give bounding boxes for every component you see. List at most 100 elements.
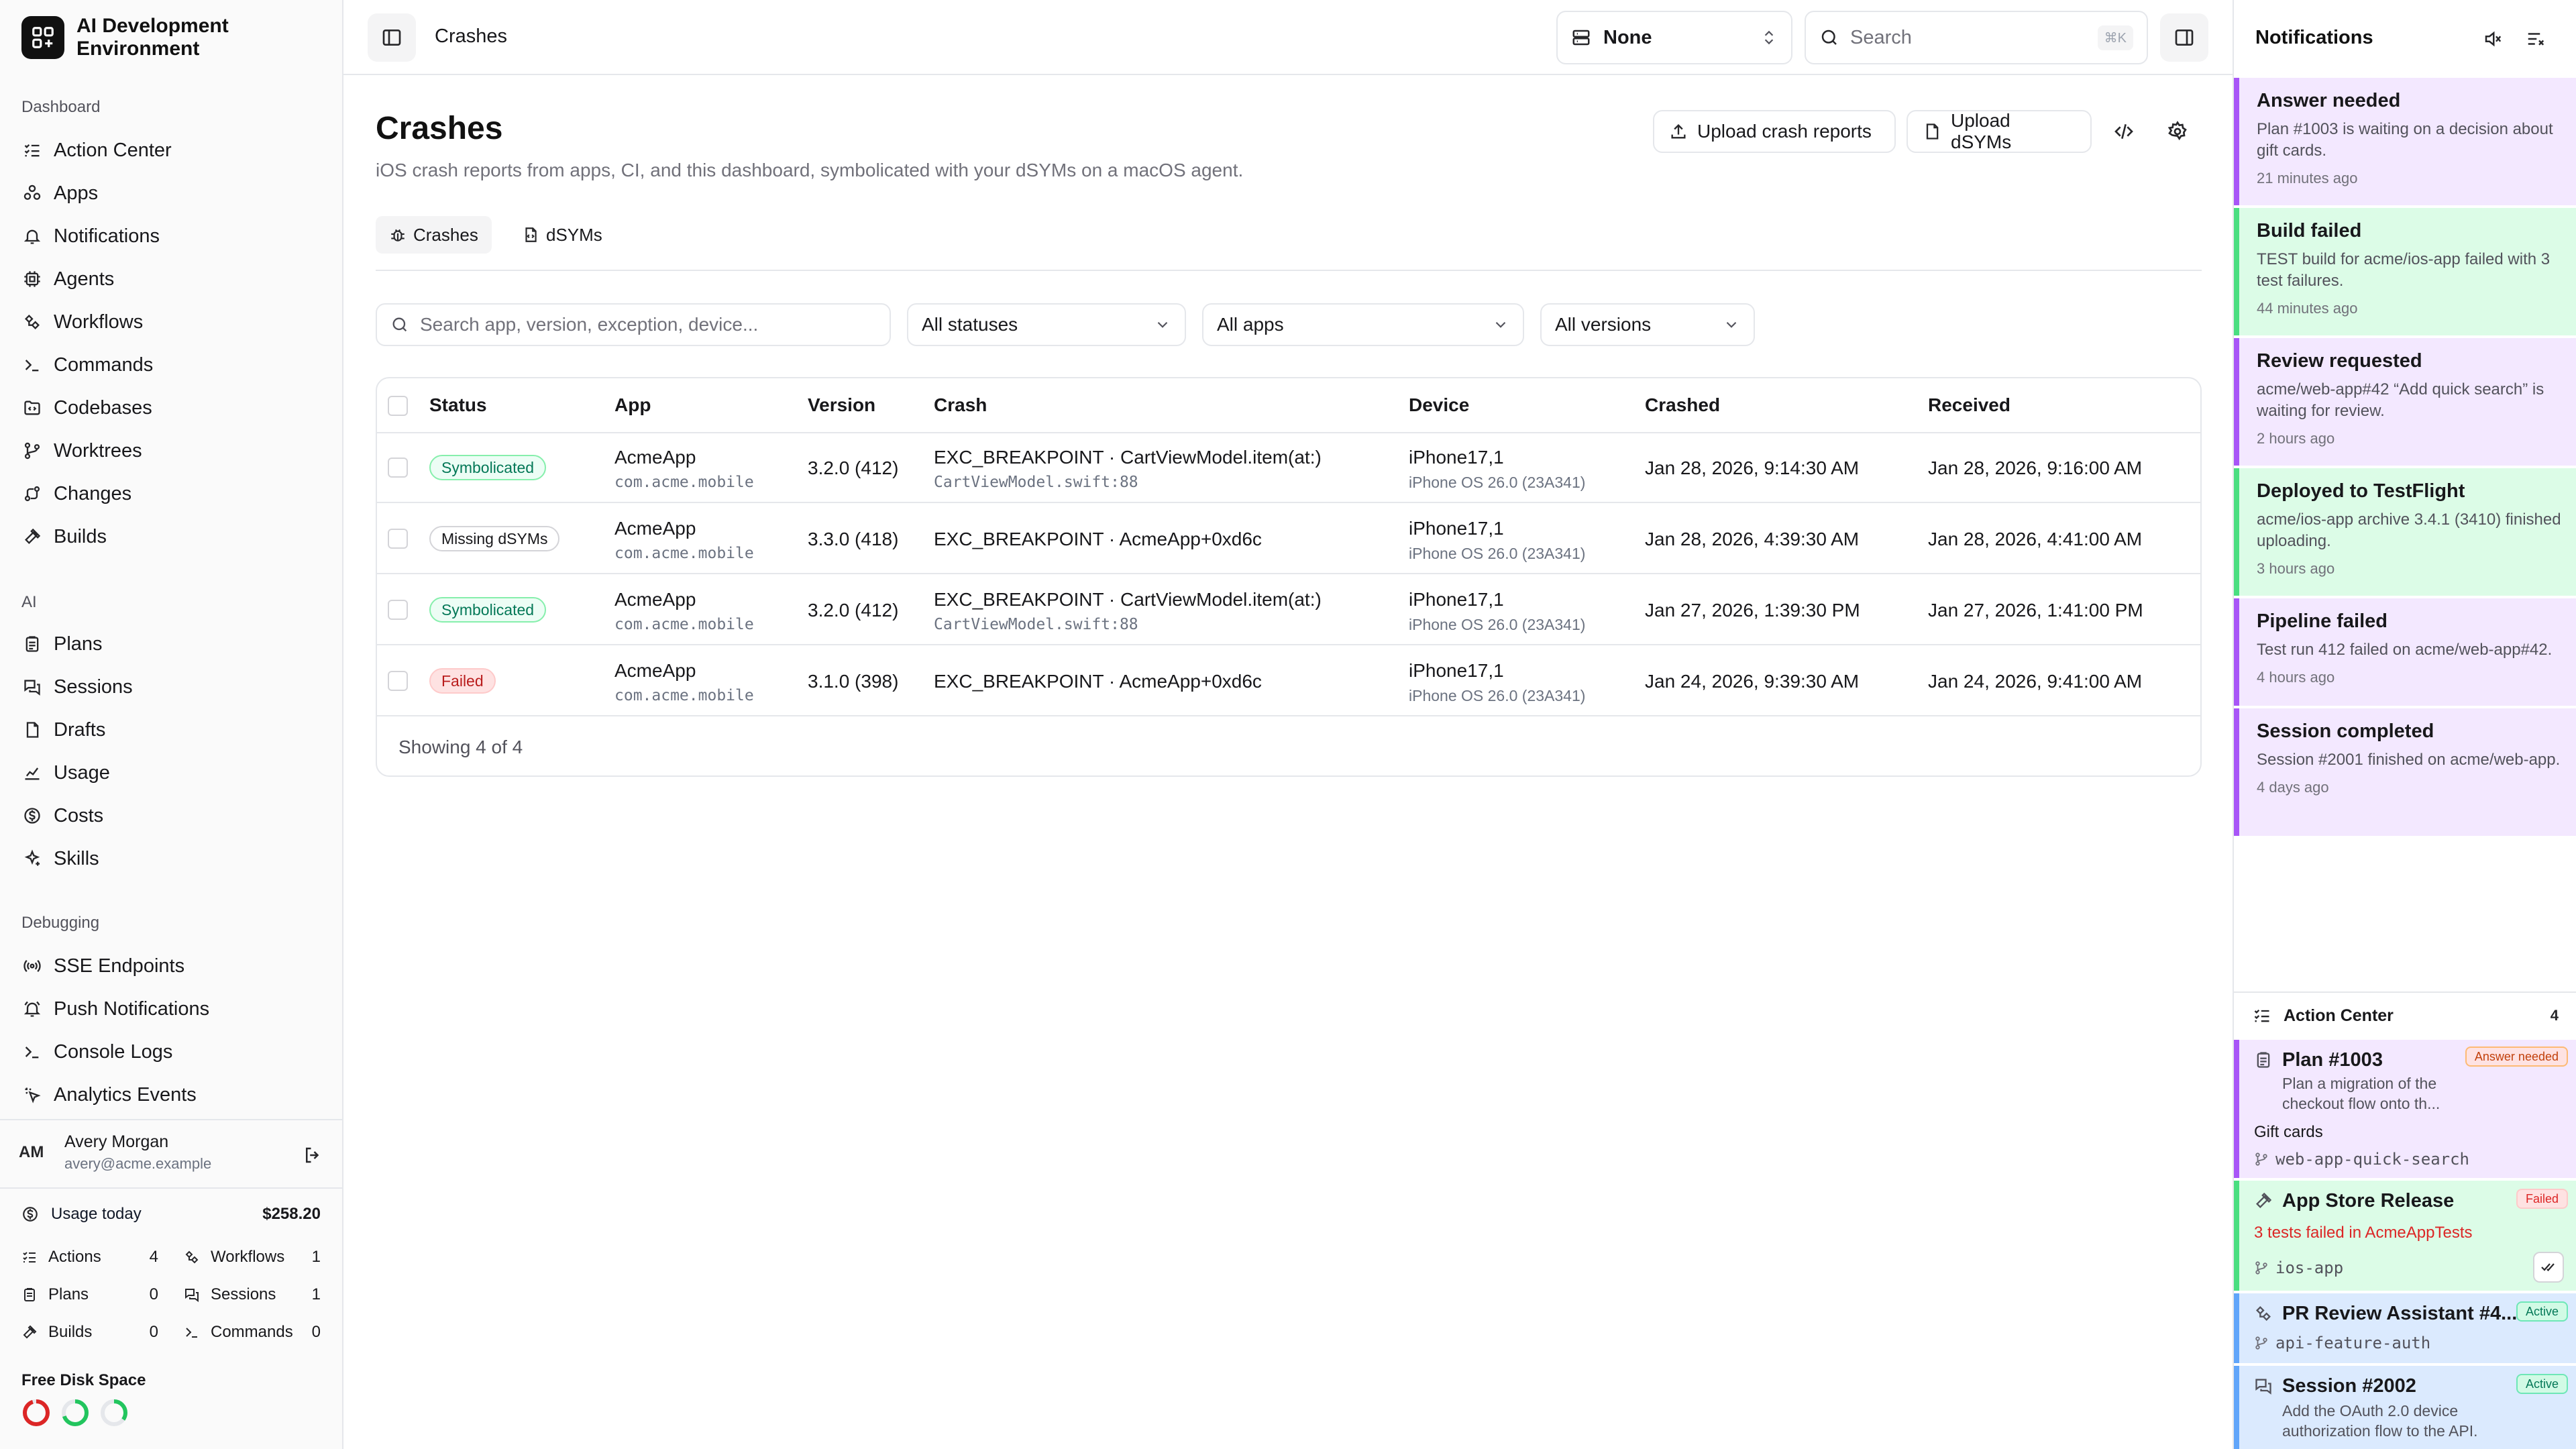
notification-time: 4 days ago <box>2257 779 2329 796</box>
sidebar-item-sse-endpoints[interactable]: SSE Endpoints <box>21 949 184 983</box>
clipboard-icon <box>2254 1051 2273 1069</box>
stat-actions[interactable]: Actions 4 <box>21 1244 158 1271</box>
status-badge: Active <box>2516 1374 2568 1394</box>
sidebar-item-agents[interactable]: Agents <box>21 262 114 297</box>
stat-builds[interactable]: Builds 0 <box>21 1319 158 1346</box>
upload-crash-reports-button[interactable]: Upload crash reports <box>1653 110 1896 153</box>
right-panel-toggle-button[interactable] <box>2160 13 2208 62</box>
action-card-plan[interactable]: Plan #1003 Answer needed Plan a migratio… <box>2234 1040 2576 1178</box>
global-search[interactable]: Search ⌘K <box>1805 11 2148 64</box>
sidebar-item-analytics-events[interactable]: Analytics Events <box>21 1077 197 1112</box>
sidebar-item-builds[interactable]: Builds <box>21 519 107 554</box>
notification-item[interactable]: Session completed Session #2001 finished… <box>2234 708 2576 836</box>
sidebar-item-action-center[interactable]: Action Center <box>21 133 172 168</box>
sidebar-item-drafts[interactable]: Drafts <box>21 712 105 747</box>
notification-item[interactable]: Answer needed Plan #1003 is waiting on a… <box>2234 78 2576 205</box>
column-header-crash[interactable]: Crash <box>934 394 987 416</box>
upload-dsyms-button[interactable]: Upload dSYMs <box>1907 110 2092 153</box>
search-shortcut: ⌘K <box>2097 25 2133 50</box>
sidebar-item-commands[interactable]: Commands <box>21 347 153 382</box>
nav-section-debugging: Debugging <box>21 914 100 932</box>
action-card-session[interactable]: Session #2002 Active Add the OAuth 2.0 d… <box>2234 1366 2576 1449</box>
device-os: iPhone OS 26.0 (23A341) <box>1409 616 1586 633</box>
sidebar-item-worktrees[interactable]: Worktrees <box>21 433 142 468</box>
row-checkbox[interactable] <box>388 600 408 620</box>
usage-today[interactable]: Usage today $258.20 <box>21 1201 321 1228</box>
sidebar-item-label: Notifications <box>54 225 160 247</box>
notification-item[interactable]: Deployed to TestFlight acme/ios-app arch… <box>2234 468 2576 596</box>
notification-item[interactable]: Pipeline failed Test run 412 failed on a… <box>2234 598 2576 706</box>
version-filter-select[interactable]: All versions <box>1540 303 1755 346</box>
sidebar-item-label: Codebases <box>54 396 152 419</box>
column-header-status[interactable]: Status <box>429 394 487 416</box>
row-divider <box>377 573 2200 574</box>
status-badge: Missing dSYMs <box>429 526 560 551</box>
status-badge: Active <box>2516 1301 2568 1322</box>
row-checkbox[interactable] <box>388 458 408 478</box>
check-check-icon <box>2540 1259 2557 1275</box>
column-header-crashed[interactable]: Crashed <box>1645 394 1720 416</box>
select-all-checkbox[interactable] <box>388 396 408 416</box>
action-center-header[interactable]: Action Center 4 <box>2234 991 2576 1038</box>
tab-dsyms[interactable]: dSYMs <box>508 216 616 254</box>
logout-button[interactable] <box>299 1142 326 1169</box>
git-branch-icon <box>2254 1260 2269 1275</box>
column-header-received[interactable]: Received <box>1928 394 2010 416</box>
column-header-device[interactable]: Device <box>1409 394 1469 416</box>
app-filter-select[interactable]: All apps <box>1202 303 1524 346</box>
sidebar-toggle-button[interactable] <box>368 13 416 62</box>
sidebar-item-usage[interactable]: Usage <box>21 755 110 790</box>
settings-button[interactable] <box>2156 110 2199 153</box>
tab-crashes[interactable]: Crashes <box>376 216 492 254</box>
hammer-icon <box>21 526 43 547</box>
action-card-review[interactable]: PR Review Assistant #4... Active api-fea… <box>2234 1293 2576 1363</box>
bell-ring-icon <box>21 998 43 1020</box>
code-view-button[interactable] <box>2102 110 2145 153</box>
device-model: iPhone17,1 <box>1409 447 1504 468</box>
stat-sessions[interactable]: Sessions 1 <box>184 1281 321 1308</box>
sidebar-item-codebases[interactable]: Codebases <box>21 390 152 425</box>
notification-item[interactable]: Build failed TEST build for acme/ios-app… <box>2234 208 2576 335</box>
file-code-icon <box>522 226 539 244</box>
brand[interactable]: AI Development Environment <box>21 15 278 60</box>
row-checkbox[interactable] <box>388 529 408 549</box>
usage-value: $258.20 <box>262 1205 321 1223</box>
acknowledge-button[interactable] <box>2533 1252 2564 1283</box>
avatar: AM <box>19 1143 44 1161</box>
list-checks-icon <box>21 140 43 161</box>
crashes-table: Status App Version Crash Device Crashed … <box>376 377 2202 777</box>
clear-notifications-button[interactable] <box>2521 24 2551 54</box>
stat-label: Actions <box>48 1248 101 1266</box>
messages-icon <box>184 1287 203 1303</box>
sidebar-item-skills[interactable]: Skills <box>21 841 99 876</box>
usage-label: Usage today <box>51 1205 142 1223</box>
sidebar-item-workflows[interactable]: Workflows <box>21 305 143 339</box>
status-filter-select[interactable]: All statuses <box>907 303 1186 346</box>
row-divider <box>377 644 2200 645</box>
stat-plans[interactable]: Plans 0 <box>21 1281 158 1308</box>
row-checkbox[interactable] <box>388 671 408 691</box>
sidebar-item-console-logs[interactable]: Console Logs <box>21 1034 172 1069</box>
mute-button[interactable] <box>2478 24 2508 54</box>
stat-commands[interactable]: Commands 0 <box>184 1319 321 1346</box>
crashed-time: Jan 24, 2026, 9:39:30 AM <box>1645 671 1860 692</box>
sidebar-item-apps[interactable]: Apps <box>21 176 98 211</box>
sidebar-item-costs[interactable]: Costs <box>21 798 103 833</box>
sidebar-item-notifications[interactable]: Notifications <box>21 219 160 254</box>
column-header-version[interactable]: Version <box>808 394 875 416</box>
action-card-release[interactable]: App Store Release Failed 3 tests failed … <box>2234 1181 2576 1291</box>
panel-right-icon <box>2174 27 2195 48</box>
sidebar-item-plans[interactable]: Plans <box>21 627 103 661</box>
notification-item[interactable]: Review requested acme/web-app#42 “Add qu… <box>2234 338 2576 466</box>
column-header-app[interactable]: App <box>614 394 651 416</box>
device-os: iPhone OS 26.0 (23A341) <box>1409 545 1586 562</box>
sidebar-item-push-notifications[interactable]: Push Notifications <box>21 991 209 1026</box>
crash-search-input[interactable]: Search app, version, exception, device..… <box>376 303 891 346</box>
scheme-select[interactable]: None <box>1556 11 1792 64</box>
crash-summary: EXC_BREAKPOINT · AcmeApp+0xd6c <box>934 529 1262 549</box>
sidebar-item-changes[interactable]: Changes <box>21 476 131 511</box>
sidebar-item-sessions[interactable]: Sessions <box>21 669 133 704</box>
search-placeholder: Search <box>1850 26 1912 48</box>
stat-workflows[interactable]: Workflows 1 <box>184 1244 321 1271</box>
notification-body: TEST build for acme/ios-app failed with … <box>2257 250 2551 290</box>
